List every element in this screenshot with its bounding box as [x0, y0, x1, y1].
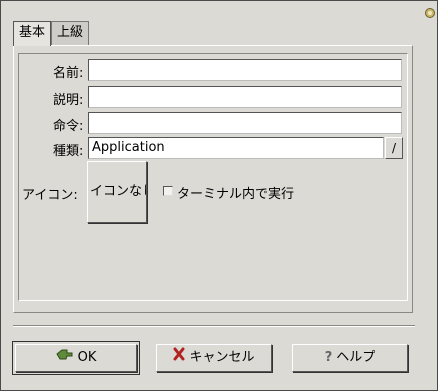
name-label: 名前: — [53, 66, 84, 81]
comment-input[interactable] — [88, 86, 402, 108]
tab-basic[interactable]: 基本 — [13, 21, 51, 46]
command-label: 命令: — [53, 119, 84, 134]
tab-basic-label: 基本 — [18, 25, 45, 40]
dropdown-arrow-icon: / — [391, 141, 397, 155]
dialog-window: 基本 上級 名前: 説明: 命令: 種類: Application / アイコン… — [0, 0, 438, 391]
type-combo-entry[interactable]: Application — [88, 137, 384, 159]
type-combo-button[interactable]: / — [385, 137, 403, 159]
run-in-terminal-checkbox[interactable] — [163, 186, 173, 196]
ok-button[interactable]: OK — [12, 341, 140, 375]
button-separator — [13, 325, 415, 327]
comment-label: 説明: — [53, 93, 84, 108]
cancel-label: キャンセル — [189, 350, 255, 365]
help-question-icon: ? — [324, 350, 333, 365]
icon-label: アイコン: — [22, 188, 78, 203]
type-combo-value: Application — [92, 140, 165, 155]
help-button[interactable]: ? ヘルプ — [292, 344, 408, 372]
ok-label: OK — [77, 350, 97, 365]
name-input[interactable] — [88, 59, 402, 81]
type-label: 種類: — [53, 144, 84, 159]
icon-picker-button[interactable]: イコンなし — [87, 161, 147, 223]
cancel-x-icon — [173, 345, 185, 371]
ok-hand-icon — [55, 345, 74, 371]
help-label: ヘルプ — [336, 350, 376, 365]
icon-picker-label: イコンなし — [90, 184, 146, 199]
run-in-terminal-label: ターミナル内で実行 — [177, 187, 295, 202]
tab-advanced[interactable]: 上級 — [51, 21, 89, 45]
command-input[interactable] — [88, 112, 402, 134]
cancel-button[interactable]: キャンセル — [156, 344, 272, 372]
tab-advanced-label: 上級 — [56, 25, 83, 40]
close-icon[interactable] — [425, 8, 435, 18]
